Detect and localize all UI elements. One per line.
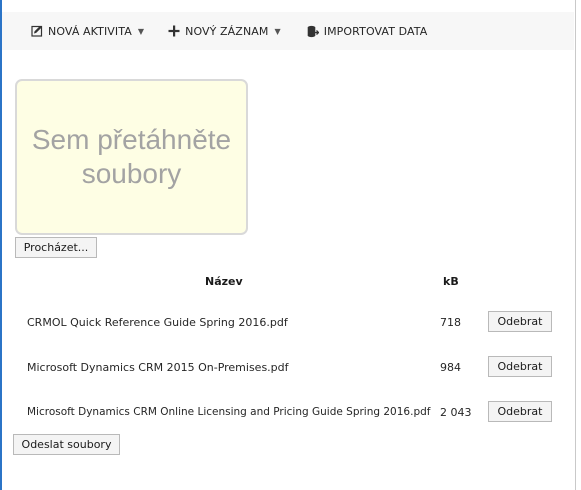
browse-button[interactable]: Procházet... — [15, 237, 97, 258]
file-name: Microsoft Dynamics CRM Online Licensing … — [27, 406, 431, 418]
new-activity-button[interactable]: NOVÁ AKTIVITA ▼ — [25, 12, 150, 50]
file-size: 2 043 — [440, 406, 472, 419]
activity-icon — [31, 25, 43, 37]
column-header-name: Název — [205, 275, 243, 288]
caret-down-icon: ▼ — [274, 26, 281, 36]
command-bar: NOVÁ AKTIVITA ▼ NOVÝ ZÁZNAM ▼ IMPORTOVAT… — [2, 12, 574, 50]
file-size: 718 — [440, 316, 461, 329]
drop-zone-text: Sem přetáhněte soubory — [31, 124, 232, 189]
new-record-label: NOVÝ ZÁZNAM — [185, 24, 269, 38]
file-name: Microsoft Dynamics CRM 2015 On-Premises.… — [27, 361, 289, 374]
remove-button[interactable]: Odebrat — [488, 311, 552, 332]
file-size: 984 — [440, 361, 461, 374]
upload-files-button[interactable]: Odeslat soubory — [13, 434, 120, 455]
import-icon — [307, 25, 319, 38]
new-record-button[interactable]: NOVÝ ZÁZNAM ▼ — [162, 12, 287, 50]
remove-button[interactable]: Odebrat — [488, 401, 552, 422]
file-drop-zone[interactable]: Sem přetáhněte soubory — [15, 79, 248, 235]
remove-button[interactable]: Odebrat — [488, 356, 552, 377]
import-data-label: IMPORTOVAT DATA — [323, 24, 428, 38]
file-name: CRMOL Quick Reference Guide Spring 2016.… — [27, 316, 288, 329]
plus-icon — [168, 25, 180, 37]
caret-down-icon: ▼ — [137, 26, 145, 36]
column-header-kb: kB — [443, 275, 459, 288]
import-data-button[interactable]: IMPORTOVAT DATA — [301, 12, 434, 50]
new-activity-label: NOVÁ AKTIVITA — [48, 24, 132, 38]
